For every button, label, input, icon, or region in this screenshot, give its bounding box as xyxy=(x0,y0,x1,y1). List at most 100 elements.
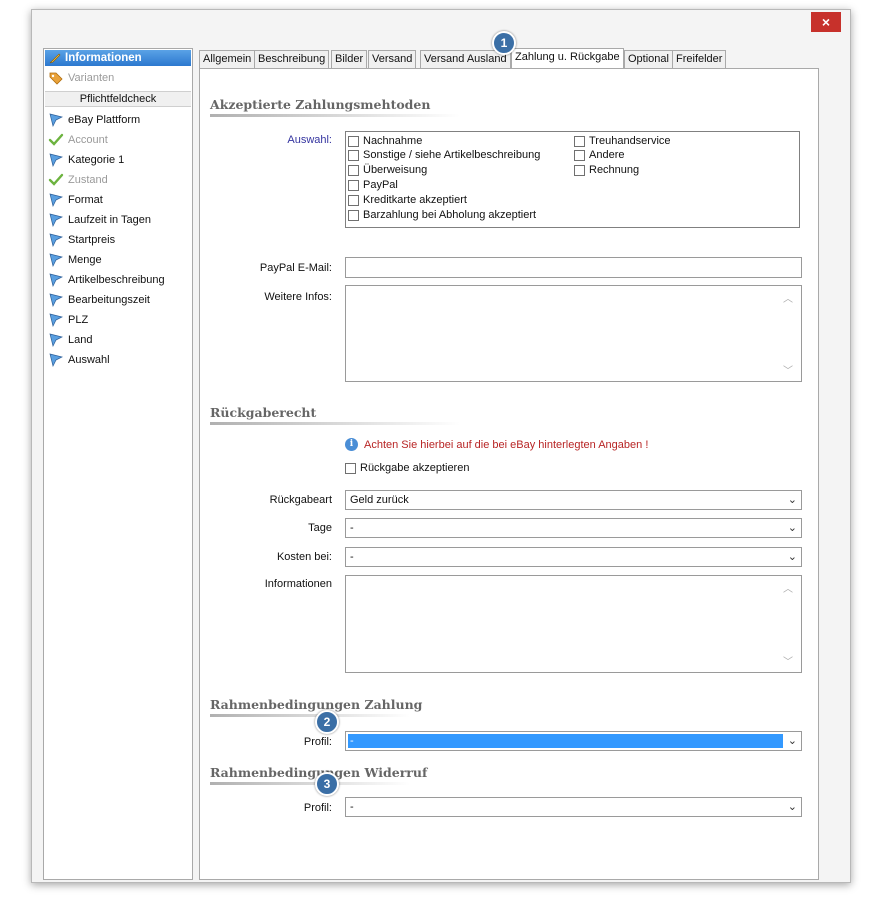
checklist-item[interactable]: Kategorie 1 xyxy=(48,151,124,169)
checklist-item-label: PLZ xyxy=(68,314,89,326)
return-info-textarea[interactable]: ︿ ﹀ xyxy=(345,575,802,673)
chevron-down-icon: ⌄ xyxy=(787,551,797,563)
checklist-item-label: Land xyxy=(68,334,93,346)
section-title-payment-policy: Rahmenbedingungen Zahlung xyxy=(210,697,423,712)
flag-icon xyxy=(48,253,64,268)
chevron-down-icon: ⌄ xyxy=(787,735,797,747)
scroll-down-icon[interactable]: ﹀ xyxy=(783,362,793,377)
payment-methods-list: Nachnahme Sonstige / siehe Artikelbeschr… xyxy=(345,131,800,228)
checklist-item-label: Menge xyxy=(68,254,102,266)
section-title-payment: Akzeptierte Zahlungsmehtoden xyxy=(210,97,431,112)
checkbox-barzahlung[interactable]: Barzahlung bei Abholung akzeptiert xyxy=(348,209,536,221)
payment-profile-label: Profil: xyxy=(303,736,332,748)
sidebar-item-varianten[interactable]: Varianten xyxy=(48,69,114,87)
checklist-item-label: Format xyxy=(68,194,103,206)
checklist-item[interactable]: Account xyxy=(48,131,108,149)
checklist-item-label: Zustand xyxy=(68,174,108,186)
scroll-down-icon[interactable]: ﹀ xyxy=(783,653,793,668)
section-title-returns: Rückgaberecht xyxy=(210,405,317,420)
checklist-item-label: Laufzeit in Tagen xyxy=(68,214,151,226)
checklist-item[interactable]: eBay Plattform xyxy=(48,111,140,129)
step-badge-3: 3 xyxy=(315,772,339,796)
more-info-label: Weitere Infos: xyxy=(264,291,332,303)
checkbox-accept-returns[interactable]: Rückgabe akzeptieren xyxy=(345,462,469,474)
tab-beschreibung[interactable]: Beschreibung xyxy=(254,50,330,68)
info-icon: i xyxy=(345,438,358,451)
checklist-item-label: Artikelbeschreibung xyxy=(68,274,165,286)
checklist-title: Pflichtfeldcheck xyxy=(45,91,191,107)
checklist-item[interactable]: Startpreis xyxy=(48,231,115,249)
checkbox-kreditkarte[interactable]: Kreditkarte akzeptiert xyxy=(348,194,467,206)
flag-icon xyxy=(48,113,64,128)
sidebar-item-label: Varianten xyxy=(68,72,115,84)
chevron-down-icon: ⌄ xyxy=(787,494,797,506)
flag-icon xyxy=(48,213,64,228)
checkbox-treuhandservice[interactable]: Treuhandservice xyxy=(574,135,671,147)
flag-icon xyxy=(48,313,64,328)
paypal-email-field[interactable] xyxy=(345,257,802,278)
section-rule xyxy=(210,782,410,785)
chevron-down-icon: ⌄ xyxy=(787,801,797,813)
tab-zahlung-rueckgabe[interactable]: Zahlung u. Rückgabe xyxy=(511,48,624,69)
selection-label: Auswahl: xyxy=(287,134,332,146)
return-type-select[interactable]: Geld zurück ⌄ xyxy=(345,490,802,510)
checkbox-ueberweisung[interactable]: Überweisung xyxy=(348,164,427,176)
tab-allgemein[interactable]: Allgemein xyxy=(199,50,256,68)
tab-bilder[interactable]: Bilder xyxy=(331,50,368,68)
checkbox-andere[interactable]: Andere xyxy=(574,149,624,161)
checklist-item-label: Startpreis xyxy=(68,234,116,246)
tab-optional[interactable]: Optional xyxy=(624,50,673,68)
checklist-item[interactable]: Zustand xyxy=(48,171,108,189)
return-profile-label: Profil: xyxy=(303,802,332,814)
pencil-icon xyxy=(49,52,61,64)
flag-icon xyxy=(48,273,64,288)
sidebar: Informationen Varianten Pflichtfeldcheck… xyxy=(43,48,193,880)
sidebar-item-label: Informationen xyxy=(65,52,142,64)
scroll-up-icon[interactable]: ︿ xyxy=(783,290,793,305)
step-badge-2: 2 xyxy=(315,710,339,734)
checkmark-icon xyxy=(48,173,64,187)
checkmark-icon xyxy=(48,133,64,147)
step-badge-1: 1 xyxy=(492,31,516,55)
checklist-item-label: Auswahl xyxy=(68,354,110,366)
checkbox-paypal[interactable]: PayPal xyxy=(348,179,398,191)
checklist-item[interactable]: Auswahl xyxy=(48,351,110,369)
return-info-label: Informationen xyxy=(264,578,332,590)
checklist-item-label: Bearbeitungszeit xyxy=(68,294,150,306)
tab-freifelder[interactable]: Freifelder xyxy=(672,50,727,68)
checklist-item[interactable]: Menge xyxy=(48,251,102,269)
return-profile-select[interactable]: - ⌄ xyxy=(345,797,802,817)
costs-select[interactable]: - ⌄ xyxy=(345,547,802,567)
flag-icon xyxy=(48,333,64,348)
scroll-up-icon[interactable]: ︿ xyxy=(783,580,793,595)
checklist-item[interactable]: PLZ xyxy=(48,311,88,329)
section-rule xyxy=(210,114,460,117)
ebay-notice: i Achten Sie hierbei auf die bei eBay hi… xyxy=(345,438,648,451)
checklist-item[interactable]: Artikelbeschreibung xyxy=(48,271,165,289)
checklist-item-label: eBay Plattform xyxy=(68,114,141,126)
flag-icon xyxy=(48,353,64,368)
flag-icon xyxy=(48,153,64,168)
checklist-item[interactable]: Laufzeit in Tagen xyxy=(48,211,151,229)
return-type-label: Rückgabeart xyxy=(269,494,332,506)
flag-icon xyxy=(48,193,64,208)
days-label: Tage xyxy=(308,522,332,534)
section-rule xyxy=(210,422,460,425)
checkbox-sonstige[interactable]: Sonstige / siehe Artikelbeschreibung xyxy=(348,149,540,161)
sidebar-item-informationen[interactable]: Informationen xyxy=(45,50,191,66)
checklist-item[interactable]: Format xyxy=(48,191,103,209)
checklist-item-label: Account xyxy=(68,134,108,146)
chevron-down-icon: ⌄ xyxy=(787,522,797,534)
payment-profile-select[interactable]: - ⌄ xyxy=(345,731,802,751)
checklist-item[interactable]: Bearbeitungszeit xyxy=(48,291,150,309)
checklist-item[interactable]: Land xyxy=(48,331,92,349)
checkbox-nachnahme[interactable]: Nachnahme xyxy=(348,135,422,147)
checkbox-rechnung[interactable]: Rechnung xyxy=(574,164,639,176)
days-select[interactable]: - ⌄ xyxy=(345,518,802,538)
flag-icon xyxy=(48,293,64,308)
tag-icon xyxy=(48,71,64,85)
more-info-textarea[interactable]: ︿ ﹀ xyxy=(345,285,802,382)
tab-versand[interactable]: Versand xyxy=(368,50,417,68)
close-button[interactable]: × xyxy=(811,12,841,32)
costs-label: Kosten bei: xyxy=(276,551,332,563)
